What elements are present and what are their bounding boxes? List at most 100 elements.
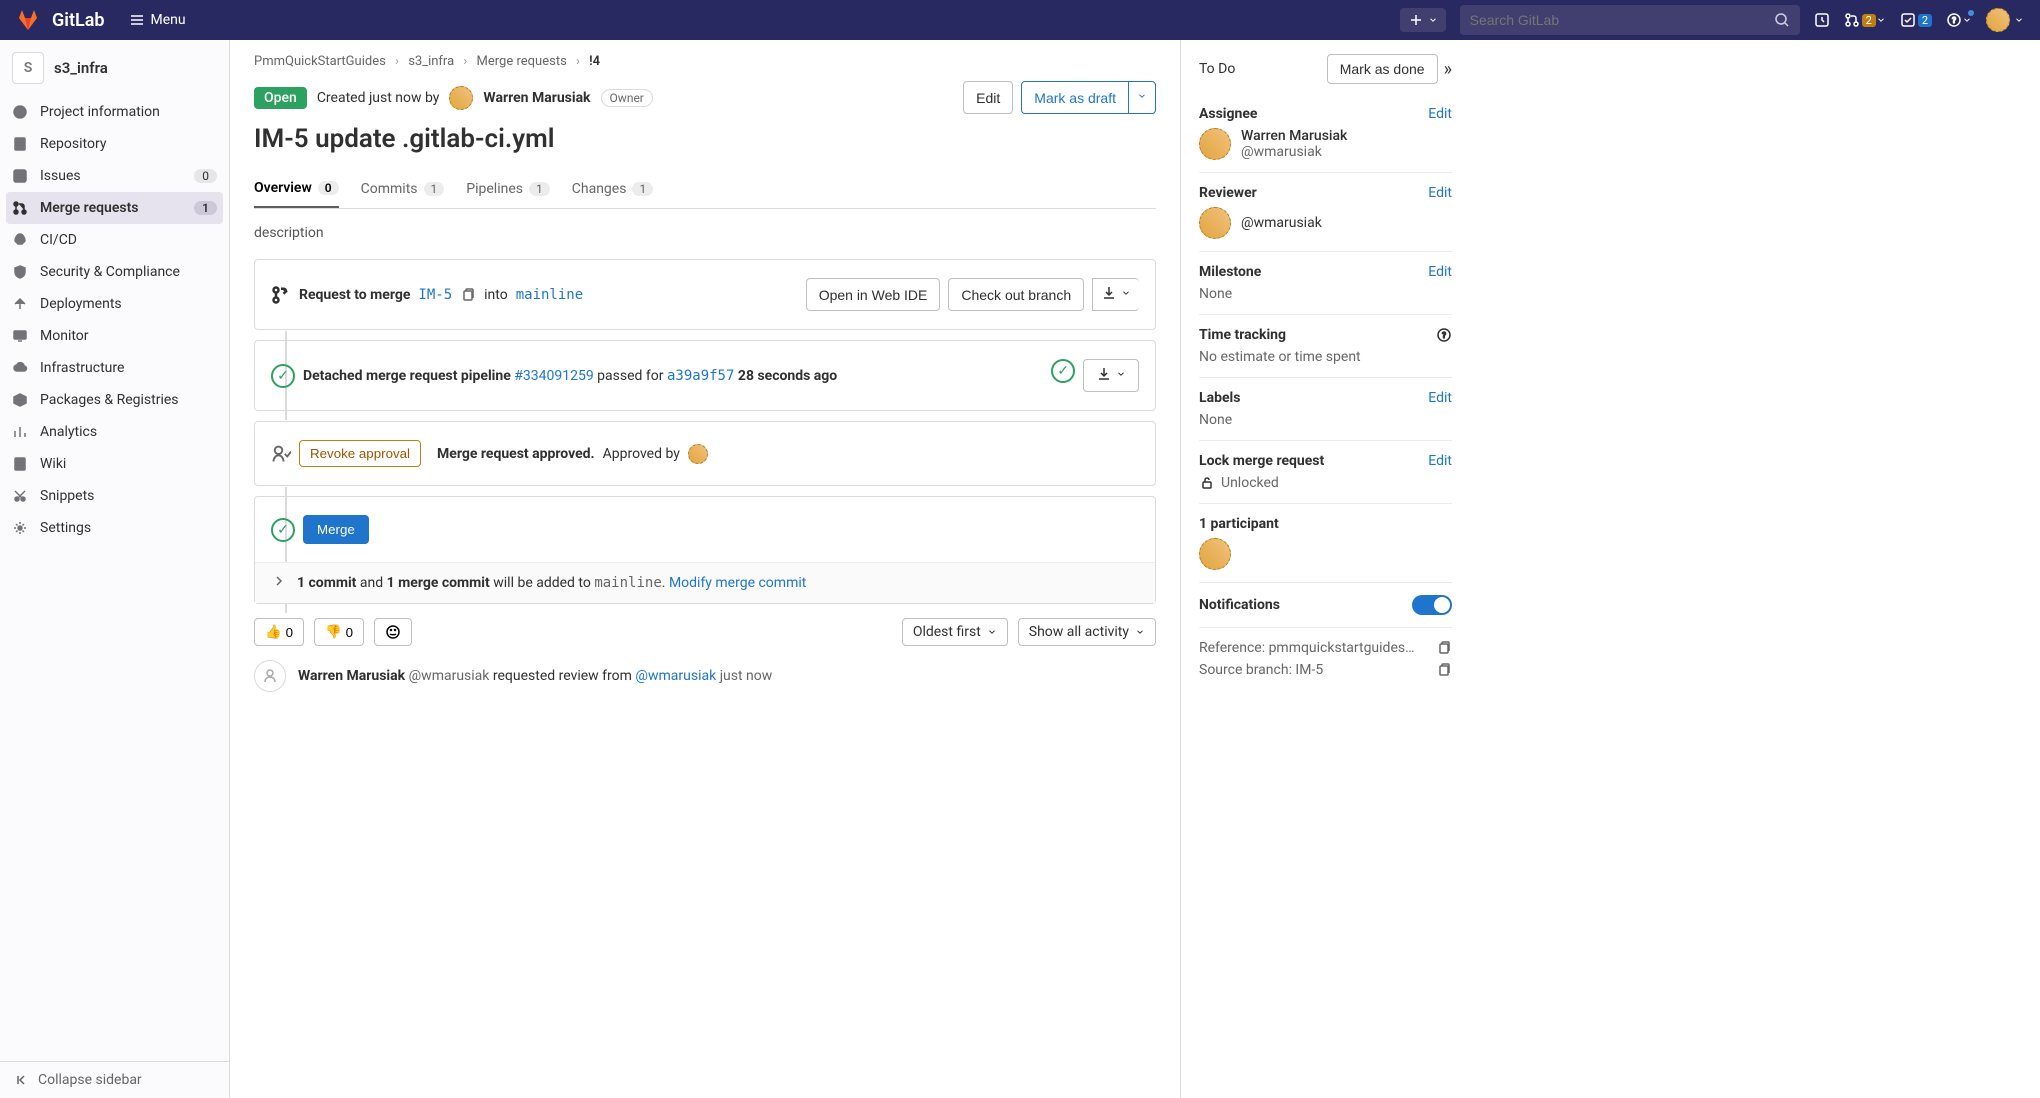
reviewer-user[interactable]: @wmarusiak xyxy=(1199,207,1452,239)
modify-merge-commit-link[interactable]: Modify merge commit xyxy=(669,575,806,591)
mark-as-done-button[interactable]: Mark as done xyxy=(1327,54,1438,84)
download-icon xyxy=(1096,366,1112,382)
commit-link[interactable]: a39a9f57 xyxy=(667,368,734,384)
mr-title: IM-5 update .gitlab-ci.yml xyxy=(254,124,1156,154)
pipeline-download-button[interactable] xyxy=(1083,359,1139,392)
edit-button[interactable]: Edit xyxy=(963,81,1013,114)
notifications-section: Notifications xyxy=(1199,583,1452,628)
add-reaction-button[interactable] xyxy=(374,618,412,646)
sidebar-item-packages[interactable]: Packages & Registries xyxy=(0,384,229,416)
approver-avatar-icon[interactable] xyxy=(688,444,708,464)
sidebar-item-snippets[interactable]: Snippets xyxy=(0,480,229,512)
sidebar-item-security[interactable]: Security & Compliance xyxy=(0,256,229,288)
sidebar-item-issues[interactable]: Issues0 xyxy=(0,160,229,192)
collapse-sidebar-button[interactable]: Collapse sidebar xyxy=(0,1061,229,1098)
assignee-user[interactable]: Warren Marusiak@wmarusiak xyxy=(1199,128,1452,160)
author-name[interactable]: Warren Marusiak xyxy=(483,90,590,106)
info-icon xyxy=(12,104,28,120)
todos-nav-button[interactable]: 2 xyxy=(1900,12,1932,28)
sort-dropdown[interactable]: Oldest first xyxy=(902,618,1008,646)
menu-button[interactable]: Menu xyxy=(129,12,186,28)
book-icon xyxy=(12,456,28,472)
source-branch-link[interactable]: IM-5 xyxy=(418,287,452,303)
pipeline-stage-icon[interactable]: ✓ xyxy=(1051,359,1075,383)
breadcrumb-group[interactable]: PmmQuickStartGuides xyxy=(254,54,386,69)
thumbs-down-button[interactable]: 👎 0 xyxy=(314,618,364,646)
copy-icon[interactable] xyxy=(460,287,476,303)
issues-nav-button[interactable] xyxy=(1814,12,1830,28)
create-new-button[interactable] xyxy=(1400,8,1446,32)
download-combo xyxy=(1092,278,1139,311)
merge-icon xyxy=(271,285,291,305)
merge-request-card: Request to merge IM-5 into mainline Open… xyxy=(254,259,1156,330)
sidebar-item-wiki[interactable]: Wiki xyxy=(0,448,229,480)
edit-assignee-link[interactable]: Edit xyxy=(1428,106,1452,122)
pipeline-link[interactable]: #334091259 xyxy=(514,368,593,384)
sidebar-item-analytics[interactable]: Analytics xyxy=(0,416,229,448)
chevron-right-icon: › xyxy=(463,54,467,69)
notifications-toggle[interactable] xyxy=(1412,595,1452,615)
activity-filter-dropdown[interactable]: Show all activity xyxy=(1018,618,1156,646)
checkout-branch-button[interactable]: Check out branch xyxy=(948,278,1084,311)
header-actions: Edit Mark as draft xyxy=(963,81,1156,114)
merge-requests-nav-button[interactable]: 2 xyxy=(1844,12,1886,28)
collapse-icon xyxy=(14,1072,30,1088)
notifications-label: Notifications xyxy=(1199,597,1280,613)
help-nav-button[interactable]: ? xyxy=(1946,12,1972,28)
chevron-down-icon xyxy=(2014,12,2024,28)
user-menu-button[interactable] xyxy=(1986,8,2024,32)
edit-lock-link[interactable]: Edit xyxy=(1428,453,1452,469)
edit-reviewer-link[interactable]: Edit xyxy=(1428,185,1452,201)
into-label: into xyxy=(484,287,508,303)
sidebar-item-settings[interactable]: Settings xyxy=(0,512,229,544)
edit-milestone-link[interactable]: Edit xyxy=(1428,264,1452,280)
navbar-right: 2 2 ? xyxy=(1400,5,2024,35)
participant-avatar-icon[interactable] xyxy=(1199,538,1231,570)
time-label: Time tracking xyxy=(1199,327,1286,343)
reference-label: Reference: pmmquickstartguides… xyxy=(1199,640,1414,656)
pipeline-card: ✓ Detached merge request pipeline #33409… xyxy=(254,340,1156,411)
search-input[interactable] xyxy=(1470,12,1774,28)
sidebar-item-project-info[interactable]: Project information xyxy=(0,96,229,128)
mr-header: Open Created just now by Warren Marusiak… xyxy=(254,81,1156,114)
copy-source-button[interactable] xyxy=(1436,662,1452,678)
sidebar-item-monitor[interactable]: Monitor xyxy=(0,320,229,352)
search-box[interactable] xyxy=(1460,5,1800,35)
copy-reference-button[interactable] xyxy=(1436,640,1452,656)
tab-pipelines[interactable]: Pipelines1 xyxy=(466,170,549,208)
download-button[interactable] xyxy=(1092,278,1139,311)
project-header[interactable]: S s3_infra xyxy=(0,40,229,96)
breadcrumb-project[interactable]: s3_infra xyxy=(408,54,454,69)
revoke-approval-button[interactable]: Revoke approval xyxy=(299,440,421,467)
open-web-ide-button[interactable]: Open in Web IDE xyxy=(806,278,941,311)
expand-sidebar-button[interactable]: » xyxy=(1444,59,1452,80)
emoji-icon xyxy=(385,624,401,640)
breadcrumb-section[interactable]: Merge requests xyxy=(477,54,567,69)
chart-icon xyxy=(12,424,28,440)
thumbs-up-button[interactable]: 👍 0 xyxy=(254,618,304,646)
tab-overview[interactable]: Overview0 xyxy=(254,170,339,208)
sidebar-item-infrastructure[interactable]: Infrastructure xyxy=(0,352,229,384)
chevron-down-icon xyxy=(1121,285,1131,301)
labels-section: LabelsEdit None xyxy=(1199,378,1452,441)
milestone-label: Milestone xyxy=(1199,264,1261,280)
author-avatar-icon xyxy=(449,86,473,110)
sidebar-item-repository[interactable]: Repository xyxy=(0,128,229,160)
edit-labels-link[interactable]: Edit xyxy=(1428,390,1452,406)
menu-label: Menu xyxy=(151,12,186,28)
deploy-icon xyxy=(12,296,28,312)
target-branch-link[interactable]: mainline xyxy=(516,287,583,303)
tab-changes[interactable]: Changes1 xyxy=(572,170,653,208)
sidebar-item-cicd[interactable]: CI/CD xyxy=(0,224,229,256)
help-icon[interactable]: ? xyxy=(1436,327,1452,343)
sidebar-item-merge-requests[interactable]: Merge requests1 xyxy=(6,192,223,224)
expand-toggle[interactable] xyxy=(271,573,287,593)
unlock-icon xyxy=(1199,475,1215,491)
merge-button[interactable]: Merge xyxy=(303,515,369,544)
mark-draft-dropdown-button[interactable] xyxy=(1128,81,1156,114)
mark-as-draft-button[interactable]: Mark as draft xyxy=(1021,81,1128,114)
sidebar-item-deployments[interactable]: Deployments xyxy=(0,288,229,320)
activity-target-link[interactable]: @wmarusiak xyxy=(635,668,716,684)
tab-commits[interactable]: Commits1 xyxy=(361,170,445,208)
activity-author[interactable]: Warren Marusiak xyxy=(298,668,405,684)
